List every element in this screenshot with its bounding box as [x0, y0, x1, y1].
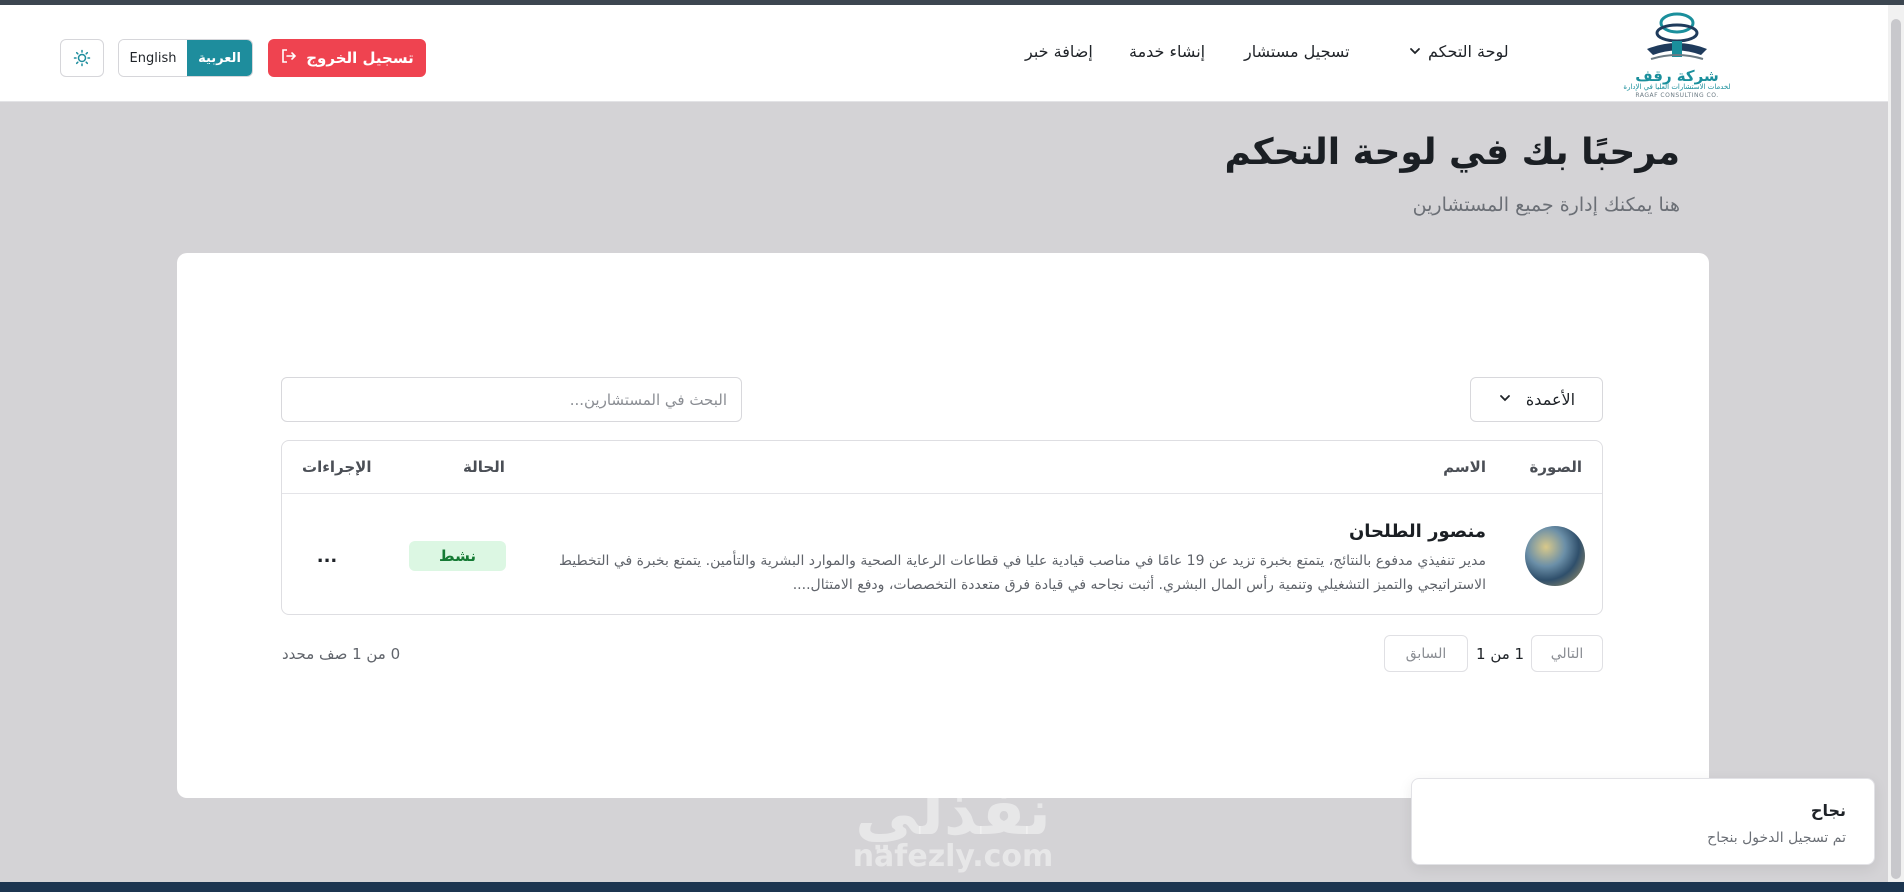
table-row[interactable]: منصور الطلحان مدير تنفيذي مدفوع بالنتائج… — [282, 495, 1602, 614]
watermark-arabic: نفذلي — [855, 776, 1051, 850]
selected-rows-count: 0 من 1 صف محدد — [282, 645, 401, 663]
toast-title: نجاح — [1810, 801, 1846, 820]
columns-label: الأعمدة — [1525, 390, 1576, 409]
page-subtitle: هنا يمكنك إدارة جميع المستشارين — [1412, 194, 1680, 216]
logout-button[interactable]: تسجيل الخروج — [268, 39, 426, 77]
header-actions: الإجراءات — [302, 458, 372, 476]
row-actions-button[interactable]: ... — [312, 541, 342, 571]
nav-dashboard[interactable]: لوحة التحكم — [1408, 42, 1509, 62]
nav-add-news-label: إضافة خبر — [1025, 42, 1093, 61]
header-status: الحالة — [463, 458, 505, 476]
logout-label: تسجيل الخروج — [306, 49, 414, 67]
success-toast[interactable]: نجاح تم تسجيل الدخول بنجاح — [1411, 778, 1875, 865]
toast-message: تم تسجيل الدخول بنجاح — [1707, 830, 1846, 846]
site-watermark: نفذلي nafezly.com — [838, 778, 1068, 872]
language-switcher: English العربية — [118, 39, 253, 77]
lang-arabic-button[interactable]: العربية — [186, 40, 252, 76]
page-scrollbar[interactable] — [1888, 5, 1904, 892]
nav-dashboard-label: لوحة التحكم — [1428, 42, 1509, 61]
chevron-down-icon — [1498, 390, 1512, 409]
logo-emblem-icon — [1647, 12, 1707, 60]
logout-icon — [280, 47, 298, 69]
status-badge: نشط — [409, 541, 506, 571]
consultant-name: منصور الطلحان — [1348, 521, 1486, 542]
pagination-prev-button[interactable]: السابق — [1384, 635, 1468, 672]
nav-add-news[interactable]: إضافة خبر — [1025, 42, 1093, 61]
columns-dropdown-button[interactable]: الأعمدة — [1470, 377, 1603, 422]
avatar — [1525, 526, 1585, 586]
pagination-info: 1 من 1 — [1476, 645, 1525, 663]
brand-tagline: لخدمات الاستشارات العليا في الإدارة — [1623, 83, 1731, 91]
watermark-latin: nafezly.com — [852, 839, 1054, 874]
nav-create-service-label: إنشاء خدمة — [1129, 42, 1206, 61]
consultants-table: الصورة الاسم الحالة الإجراءات منصور الطل… — [281, 440, 1603, 615]
table-header: الصورة الاسم الحالة الإجراءات — [282, 441, 1602, 494]
top-navbar: شركة رقف لخدمات الاستشارات العليا في الإ… — [0, 5, 1904, 102]
nav-register-consultant-label: تسجيل مستشار — [1244, 42, 1350, 61]
chevron-down-icon — [1408, 43, 1422, 62]
nav-register-consultant[interactable]: تسجيل مستشار — [1244, 42, 1350, 61]
lang-english-button[interactable]: English — [119, 40, 187, 76]
consultant-description: مدير تنفيذي مدفوع بالنتائج، يتمتع بخبرة … — [558, 553, 1486, 593]
search-input[interactable] — [281, 377, 742, 422]
sun-icon — [73, 49, 91, 67]
page-title: مرحبًا بك في لوحة التحكم — [1224, 132, 1680, 173]
header-name: الاسم — [1443, 458, 1486, 476]
taskbar-strip — [0, 882, 1904, 892]
header-image: الصورة — [1529, 458, 1582, 476]
scrollbar-thumb[interactable] — [1891, 19, 1901, 879]
nav-create-service[interactable]: إنشاء خدمة — [1129, 42, 1205, 61]
brand-name: شركة رقف — [1635, 67, 1719, 85]
company-logo[interactable]: شركة رقف لخدمات الاستشارات العليا في الإ… — [1612, 5, 1742, 102]
pagination-next-button[interactable]: التالي — [1531, 635, 1603, 672]
theme-toggle-button[interactable] — [60, 39, 104, 77]
brand-name-en: RAGAF CONSULTING CO. — [1635, 92, 1719, 99]
